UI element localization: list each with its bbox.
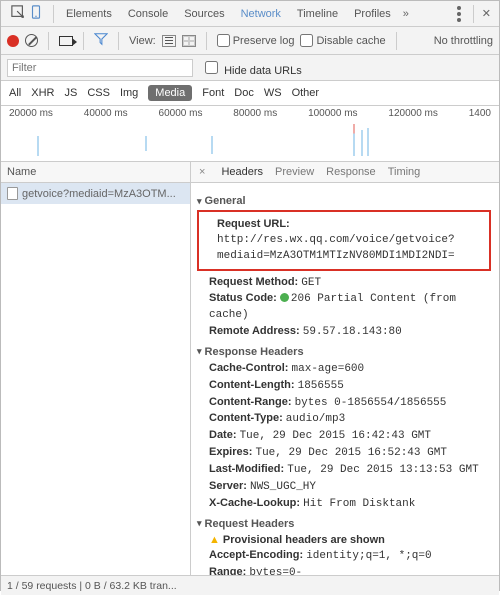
close-detail-icon[interactable]: × bbox=[199, 166, 209, 178]
detail-tab-response[interactable]: Response bbox=[326, 166, 376, 178]
timeline-tick: 80000 ms bbox=[233, 108, 277, 119]
type-tab-xhr[interactable]: XHR bbox=[31, 87, 54, 99]
status-bar: 1 / 59 requests | 0 B / 63.2 KB tran... bbox=[1, 575, 499, 595]
detail-tab-timing[interactable]: Timing bbox=[388, 166, 421, 178]
throttling-select[interactable]: No throttling bbox=[434, 35, 493, 47]
request-name: getvoice?mediaid=MzA3OTM... bbox=[22, 188, 176, 200]
preserve-log-checkbox[interactable]: Preserve log bbox=[217, 34, 295, 47]
detail-tab-preview[interactable]: Preview bbox=[275, 166, 314, 178]
main-tab-timeline[interactable]: Timeline bbox=[289, 1, 346, 27]
general-section[interactable]: General bbox=[197, 195, 491, 207]
request-url-highlight: Request URL: http://res.wx.qq.com/voice/… bbox=[197, 210, 491, 271]
response-header-row: Content-Range: bytes 0-1856554/1856555 bbox=[197, 395, 491, 411]
provisional-warning: ▲Provisional headers are shown bbox=[197, 533, 491, 548]
network-toolbar: View: Preserve log Disable cache No thro… bbox=[1, 27, 499, 55]
close-icon[interactable]: ✕ bbox=[478, 7, 495, 20]
timeline-tick: 1400 bbox=[469, 108, 491, 119]
type-tab-css[interactable]: CSS bbox=[87, 87, 110, 99]
device-icon[interactable] bbox=[29, 5, 43, 22]
response-header-row: X-Cache-Lookup: Hit From Disktank bbox=[197, 496, 491, 512]
request-headers-section[interactable]: Request Headers bbox=[197, 518, 491, 530]
capture-screenshot-icon[interactable] bbox=[59, 36, 73, 46]
name-column-header[interactable]: Name bbox=[1, 162, 190, 183]
filter-input[interactable] bbox=[7, 59, 193, 77]
list-view-button[interactable] bbox=[162, 35, 176, 47]
main-tab-sources[interactable]: Sources bbox=[176, 1, 232, 27]
request-header-row: Accept-Encoding: identity;q=1, *;q=0 bbox=[197, 548, 491, 564]
warning-icon: ▲ bbox=[209, 534, 220, 546]
timeline-tick: 40000 ms bbox=[84, 108, 128, 119]
disable-cache-checkbox[interactable]: Disable cache bbox=[300, 34, 385, 47]
response-header-row: Expires: Tue, 29 Dec 2015 16:52:43 GMT bbox=[197, 445, 491, 461]
response-header-row: Date: Tue, 29 Dec 2015 16:42:43 GMT bbox=[197, 428, 491, 444]
request-row[interactable]: getvoice?mediaid=MzA3OTM... bbox=[1, 183, 190, 204]
timeline-tick: 100000 ms bbox=[308, 108, 357, 119]
request-list: Name getvoice?mediaid=MzA3OTM... bbox=[1, 162, 191, 575]
response-header-row: Server: NWS_UGC_HY bbox=[197, 479, 491, 495]
response-headers-section[interactable]: Response Headers bbox=[197, 346, 491, 358]
view-label: View: bbox=[129, 35, 156, 47]
record-button[interactable] bbox=[7, 35, 19, 47]
type-tab-font[interactable]: Font bbox=[202, 87, 224, 99]
grid-view-button[interactable] bbox=[182, 35, 196, 47]
detail-pane: × Headers Preview Response Timing General R… bbox=[191, 162, 499, 575]
timeline-tick: 120000 ms bbox=[388, 108, 437, 119]
response-header-row: Cache-Control: max-age=600 bbox=[197, 361, 491, 377]
type-tab-all[interactable]: All bbox=[9, 87, 21, 99]
request-header-row: Range: bytes=0- bbox=[197, 565, 491, 575]
detail-tab-bar: × Headers Preview Response Timing bbox=[191, 162, 499, 183]
timeline-tick: 60000 ms bbox=[159, 108, 203, 119]
main-tab-console[interactable]: Console bbox=[120, 1, 176, 27]
status-dot-icon bbox=[280, 293, 289, 302]
type-tab-doc[interactable]: Doc bbox=[234, 87, 254, 99]
timeline-tick: 20000 ms bbox=[9, 108, 53, 119]
main-tab-elements[interactable]: Elements bbox=[58, 1, 120, 27]
type-filter-tabs: All XHR JS CSS Img Media Font Doc WS Other bbox=[1, 81, 499, 106]
file-icon bbox=[7, 187, 18, 200]
main-tab-network[interactable]: Network bbox=[233, 1, 289, 27]
type-tab-ws[interactable]: WS bbox=[264, 87, 282, 99]
type-tab-js[interactable]: JS bbox=[64, 87, 77, 99]
dock-icons bbox=[5, 5, 49, 22]
clear-button[interactable] bbox=[25, 34, 38, 47]
more-tabs-chevron[interactable]: » bbox=[399, 8, 413, 20]
type-tab-media[interactable]: Media bbox=[148, 85, 192, 101]
type-tab-other[interactable]: Other bbox=[292, 87, 320, 99]
response-header-row: Content-Length: 1856555 bbox=[197, 378, 491, 394]
filter-icon[interactable] bbox=[94, 32, 108, 49]
main-tab-profiles[interactable]: Profiles bbox=[346, 1, 399, 27]
detail-tab-headers[interactable]: Headers bbox=[221, 166, 263, 178]
hide-data-urls-checkbox[interactable]: Hide data URLs bbox=[201, 58, 302, 77]
type-tab-img[interactable]: Img bbox=[120, 87, 138, 99]
filter-bar: Hide data URLs bbox=[1, 55, 499, 81]
headers-content: General Request URL: http://res.wx.qq.co… bbox=[191, 183, 499, 575]
timeline-overview[interactable]: 20000 ms 40000 ms 60000 ms 80000 ms 100000 m… bbox=[1, 106, 499, 162]
inspect-icon[interactable] bbox=[11, 5, 25, 22]
response-header-row: Last-Modified: Tue, 29 Dec 2015 13:13:53… bbox=[197, 462, 491, 478]
main-tab-bar: ElementsConsoleSourcesNetworkTimelinePro… bbox=[1, 1, 499, 27]
response-header-row: Content-Type: audio/mp3 bbox=[197, 411, 491, 427]
kebab-menu-icon[interactable] bbox=[457, 12, 461, 16]
